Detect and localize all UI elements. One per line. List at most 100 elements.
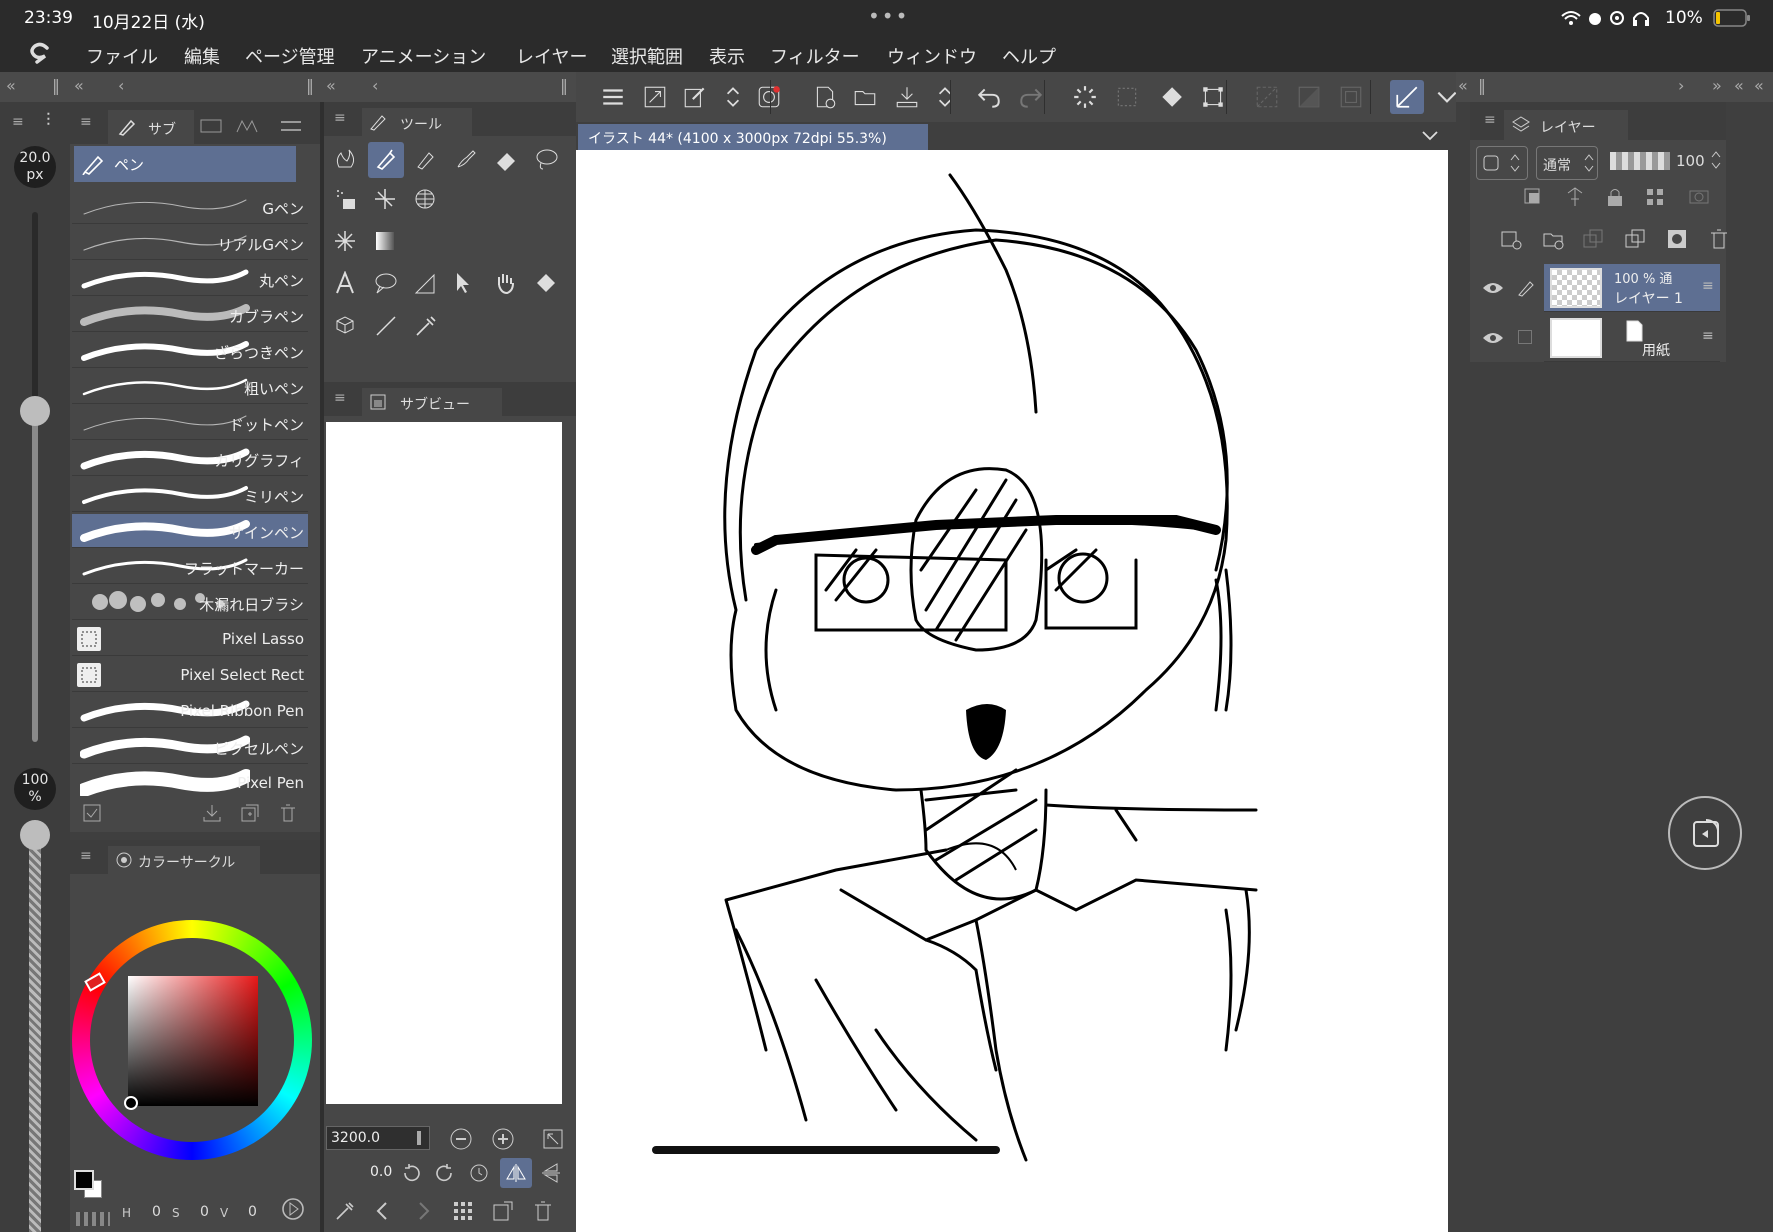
subtool-tab[interactable]: サブ xyxy=(108,110,194,144)
merge-layer-icon[interactable] xyxy=(1620,224,1650,254)
brush-item[interactable]: Pixel Select Rect xyxy=(72,658,308,692)
color-wheel[interactable] xyxy=(72,920,312,1160)
stepper-icon[interactable] xyxy=(928,80,962,114)
menu-icon[interactable] xyxy=(596,80,630,114)
subview-tab[interactable]: サブビュー xyxy=(362,388,502,416)
menu-filter[interactable]: フィルター xyxy=(770,43,860,69)
subview-preview[interactable] xyxy=(326,422,562,1104)
brush-item[interactable]: ドットペン xyxy=(72,406,308,440)
collapse-left-icon[interactable]: « xyxy=(1734,76,1744,95)
draft-layer-icon[interactable] xyxy=(1560,182,1590,212)
fit-view-icon[interactable] xyxy=(540,1126,566,1152)
dock-grip-icon[interactable]: ‖ xyxy=(1478,76,1486,95)
tab-list-chevron-icon[interactable] xyxy=(1418,126,1442,146)
pencil-tool-icon[interactable] xyxy=(408,142,444,178)
opacity-slider-track[interactable] xyxy=(29,838,41,1232)
stepper-icon[interactable] xyxy=(716,80,750,114)
brush-item[interactable]: Pixel Pen xyxy=(72,766,308,800)
expand-right-icon[interactable]: » xyxy=(1712,76,1722,95)
delete-subtool-icon[interactable] xyxy=(276,802,300,824)
brush-item[interactable]: 木漏れ日ブラシ xyxy=(72,586,308,620)
duplicate-subtool-icon[interactable] xyxy=(238,802,262,824)
layer-mask-icon[interactable] xyxy=(1662,224,1692,254)
sv-picker-handle[interactable] xyxy=(124,1096,138,1110)
clip-layer-icon[interactable] xyxy=(1684,182,1714,212)
airbrush-tool-icon[interactable] xyxy=(328,182,364,218)
saturation-value-square[interactable] xyxy=(128,976,258,1106)
menu-hamburger-icon[interactable]: ≡ xyxy=(1484,112,1496,128)
hand-tool-icon[interactable] xyxy=(488,266,524,302)
tool-tab[interactable]: ツール xyxy=(362,108,472,136)
reference-layer-icon[interactable] xyxy=(1518,182,1548,212)
slider-settings-icon[interactable]: ⫶ xyxy=(46,110,51,131)
menu-view[interactable]: 表示 xyxy=(709,43,745,69)
auto-select-icon[interactable] xyxy=(328,224,364,260)
canvas-area[interactable] xyxy=(576,150,1456,1232)
brush-item[interactable]: Gペン xyxy=(72,190,308,224)
dock-grip-icon[interactable]: ‖ xyxy=(560,76,568,95)
layer-menu-icon[interactable]: ≡ xyxy=(1702,278,1714,294)
chevron-left-icon[interactable]: ‹ xyxy=(372,76,378,95)
brush-item[interactable]: フラットマーカー xyxy=(72,550,308,584)
record-icon[interactable] xyxy=(752,80,786,114)
collapse-left-icon[interactable]: « xyxy=(6,76,16,95)
menu-file[interactable]: ファイル xyxy=(86,43,158,69)
brush-item[interactable]: サインペン xyxy=(72,514,308,548)
ruler-tool-icon[interactable] xyxy=(408,266,444,302)
brush-item[interactable]: 粗いペン xyxy=(72,370,308,404)
menu-hamburger-icon[interactable]: ≡ xyxy=(334,390,346,406)
brush-item[interactable]: リアルGペン xyxy=(72,226,308,260)
layer-row[interactable]: 100 % 通レイヤー 1 ≡ xyxy=(1474,264,1720,312)
layer-color-select[interactable] xyxy=(1476,146,1528,180)
pen-tool-icon[interactable] xyxy=(368,142,404,178)
fit-screen-icon[interactable] xyxy=(638,80,672,114)
border-selection-icon[interactable] xyxy=(1334,80,1368,114)
brush-item[interactable]: ミリペン xyxy=(72,478,308,512)
subtool-settings-icon[interactable] xyxy=(80,802,104,824)
eyedropper-icon[interactable] xyxy=(332,1198,358,1224)
color-mode-icon[interactable] xyxy=(280,1196,306,1222)
eraser-tool-icon[interactable] xyxy=(488,142,524,178)
brush-tab-icon[interactable] xyxy=(198,116,224,136)
multitask-dots[interactable]: ••• xyxy=(868,4,909,28)
brush-tool-icon[interactable] xyxy=(448,142,484,178)
menu-hamburger-icon[interactable]: ≡ xyxy=(12,114,24,130)
new-raster-layer-icon[interactable] xyxy=(1496,224,1526,254)
3d-tool-icon[interactable] xyxy=(328,308,364,344)
subview-zoom-field[interactable]: 3200.0 xyxy=(326,1126,430,1150)
layer-checkbox[interactable] xyxy=(1518,330,1532,344)
chevron-right-icon[interactable]: › xyxy=(1678,76,1684,95)
decoration-tool-icon[interactable] xyxy=(368,182,404,218)
menu-edit[interactable]: 編集 xyxy=(184,43,220,69)
zoom-slider-knob[interactable] xyxy=(417,1131,421,1145)
redo-icon[interactable] xyxy=(1014,80,1048,114)
blend-mode-select[interactable]: 通常 xyxy=(1536,146,1598,180)
canvas-paper[interactable] xyxy=(576,150,1448,1232)
menu-selection[interactable]: 選択範囲 xyxy=(611,43,683,69)
clear-outside-icon[interactable] xyxy=(1110,80,1144,114)
edit-doc-icon[interactable] xyxy=(678,80,712,114)
collapse-left-icon[interactable]: « xyxy=(1754,76,1764,95)
layer-tab[interactable]: レイヤー xyxy=(1504,110,1628,140)
previous-image-icon[interactable] xyxy=(370,1198,396,1224)
rotate-right-icon[interactable] xyxy=(432,1160,458,1186)
lock-layer-icon[interactable] xyxy=(1600,182,1630,212)
chevron-left-icon[interactable]: ‹ xyxy=(118,76,124,95)
menu-hamburger-icon[interactable]: ≡ xyxy=(80,114,92,130)
brush-item[interactable]: Pixel Lasso xyxy=(72,622,308,656)
brush-item[interactable]: Pixel Ribbon Pen xyxy=(72,694,308,728)
flip-vertical-icon[interactable] xyxy=(538,1160,564,1186)
brush-size-slider-thumb[interactable] xyxy=(20,396,50,426)
opacity-slider-thumb[interactable] xyxy=(20,820,50,850)
collapse-left-icon[interactable]: « xyxy=(74,76,84,95)
brush-size-slider-track[interactable] xyxy=(32,212,38,742)
menu-window[interactable]: ウィンドウ xyxy=(887,43,977,69)
reset-rotation-icon[interactable] xyxy=(466,1160,492,1186)
zoom-out-icon[interactable] xyxy=(448,1126,474,1152)
layer-row[interactable]: 用紙 ≡ xyxy=(1474,314,1720,362)
new-folder-icon[interactable] xyxy=(1538,224,1568,254)
eye-icon[interactable] xyxy=(1480,276,1506,300)
snap-to-ruler-icon[interactable] xyxy=(1390,80,1424,114)
import-image-icon[interactable] xyxy=(490,1198,516,1224)
eyedropper-tool-icon[interactable] xyxy=(408,308,444,344)
